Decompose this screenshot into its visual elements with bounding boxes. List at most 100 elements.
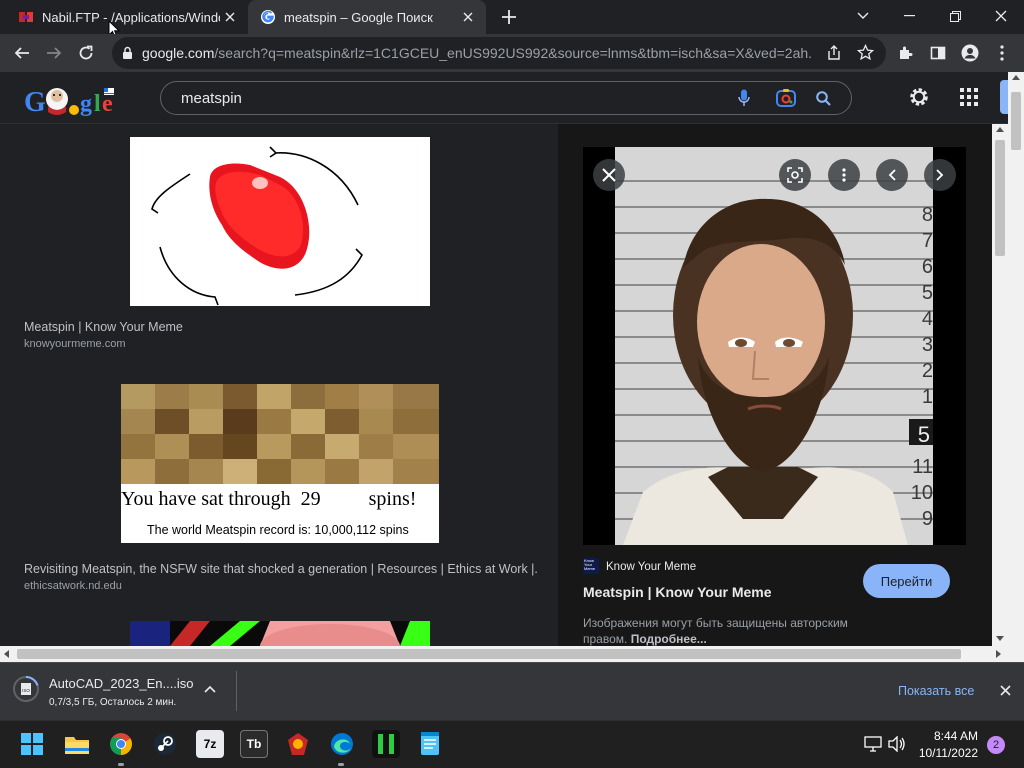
results-scrollbar[interactable] xyxy=(992,124,1008,646)
close-download-bar-icon[interactable] xyxy=(1000,685,1011,696)
edge-icon[interactable] xyxy=(328,730,356,758)
height-mark: 6 xyxy=(922,256,933,278)
network-icon[interactable] xyxy=(864,736,882,752)
tab-ftp[interactable]: Nabil.FTP - /Applications/Windows xyxy=(8,0,248,34)
height-mark: 9 xyxy=(922,508,933,530)
download-bar: ISO AutoCAD_2023_En....iso 0,7/3,5 ГБ, О… xyxy=(0,662,1024,720)
share-icon[interactable] xyxy=(826,45,842,61)
height-mark: 2 xyxy=(922,360,933,382)
height-mark: 5 xyxy=(922,282,933,304)
clock-date[interactable]: 10/11/2022 xyxy=(910,746,978,760)
result-source[interactable]: ethicsatwork.nd.edu xyxy=(24,580,122,592)
source-name[interactable]: Know Your Meme xyxy=(606,561,696,573)
side-panel-icon[interactable] xyxy=(924,39,952,67)
scroll-up-icon[interactable] xyxy=(1012,75,1020,80)
close-window-button[interactable] xyxy=(978,0,1024,32)
chrome-icon[interactable] xyxy=(107,730,135,758)
divider xyxy=(236,671,237,711)
google-apps-icon[interactable] xyxy=(960,88,978,106)
scroll-up-icon[interactable] xyxy=(996,127,1004,132)
settings-gear-icon[interactable] xyxy=(908,86,930,108)
windows-taskbar: 7z Tb 8:44 AM 10/11/2022 2 xyxy=(0,720,1024,768)
windows-start-icon[interactable] xyxy=(18,730,46,758)
account-button-edge[interactable] xyxy=(1000,80,1008,114)
close-preview-button[interactable] xyxy=(593,159,625,191)
tab-strip: Nabil.FTP - /Applications/Windows meatsp… xyxy=(0,0,1024,39)
clock-time[interactable]: 8:44 AM xyxy=(918,729,978,743)
height-mark: 10 xyxy=(911,482,933,504)
record-text: The world Meatspin record is: 10,000,112… xyxy=(147,523,409,537)
image-preview-panel: 8 7 6 5 4 3 2 1 11 10 9 5 Know Your Meme… xyxy=(558,124,992,646)
visual-search-icon[interactable] xyxy=(779,159,811,191)
microphone-icon[interactable] xyxy=(738,89,750,107)
search-input[interactable]: meatspin xyxy=(181,90,738,107)
horizontal-scrollbar[interactable] xyxy=(0,646,1008,662)
tab-google-search[interactable]: meatspin – Google Поиск xyxy=(248,0,486,34)
scroll-right-icon[interactable] xyxy=(996,650,1001,658)
bookmark-star-icon[interactable] xyxy=(857,44,874,61)
image-results: Meatspin | Know Your Meme knowyourmeme.c… xyxy=(0,124,992,646)
scroll-left-icon[interactable] xyxy=(4,650,9,658)
restore-button[interactable] xyxy=(932,0,978,32)
browser-menu-icon[interactable] xyxy=(988,39,1016,67)
height-mark: 7 xyxy=(922,230,933,252)
height-mark: 4 xyxy=(922,308,933,330)
svg-text:g: g xyxy=(80,91,92,117)
game-app-icon[interactable] xyxy=(284,730,312,758)
download-item[interactable]: ISO xyxy=(12,675,40,703)
next-image-button[interactable] xyxy=(924,159,956,191)
show-all-downloads-link[interactable]: Показать все xyxy=(898,684,974,698)
forward-button[interactable] xyxy=(40,39,68,67)
text-editor-app-icon[interactable]: Tb xyxy=(240,730,268,758)
search-icon[interactable] xyxy=(816,90,831,106)
result-thumbnail[interactable] xyxy=(130,137,430,306)
close-tab-icon[interactable] xyxy=(220,7,240,27)
result-source[interactable]: knowyourmeme.com xyxy=(24,338,125,350)
google-lens-icon[interactable] xyxy=(776,89,796,107)
notepad-icon[interactable] xyxy=(416,730,444,758)
google-doodle-logo[interactable]: G g l e xyxy=(24,84,116,118)
learn-more-link[interactable]: Подробнее... xyxy=(631,632,707,646)
back-button[interactable] xyxy=(8,39,36,67)
lock-icon[interactable] xyxy=(122,46,133,60)
profile-avatar-icon[interactable] xyxy=(956,39,984,67)
scroll-down-icon[interactable] xyxy=(996,636,1004,641)
result-title[interactable]: Revisiting Meatspin, the NSFW site that … xyxy=(24,562,538,576)
file-explorer-icon[interactable] xyxy=(63,730,91,758)
scroll-thumb[interactable] xyxy=(17,649,961,659)
chevron-up-icon[interactable] xyxy=(204,685,216,693)
7zip-label: 7z xyxy=(203,737,217,751)
url-host: google.com xyxy=(142,45,215,61)
url-text: google.com/search?q=meatspin&rlz=1C1GCEU… xyxy=(142,45,812,61)
preview-image[interactable]: 8 7 6 5 4 3 2 1 11 10 9 5 xyxy=(583,147,966,545)
height-mark: 3 xyxy=(922,334,933,356)
svg-text:l: l xyxy=(94,91,101,117)
steam-icon[interactable] xyxy=(151,730,179,758)
address-bar[interactable]: google.com/search?q=meatspin&rlz=1C1GCEU… xyxy=(112,37,886,69)
minimize-button[interactable] xyxy=(886,0,932,32)
result-title[interactable]: Meatspin | Know Your Meme xyxy=(24,320,524,334)
preview-title[interactable]: Meatspin | Know Your Meme xyxy=(583,584,772,600)
tab-title: meatspin – Google Поиск xyxy=(284,9,433,25)
extensions-icon[interactable] xyxy=(892,39,920,67)
scroll-thumb[interactable] xyxy=(995,140,1005,256)
more-options-icon[interactable] xyxy=(828,159,860,191)
7zip-icon[interactable]: 7z xyxy=(196,730,224,758)
result-thumbnail[interactable]: You have sat through 29 spins! The world … xyxy=(121,384,439,543)
new-tab-button[interactable] xyxy=(498,7,520,27)
height-mark: 5 xyxy=(918,422,930,447)
previous-image-button[interactable] xyxy=(876,159,908,191)
spin-counter-text: You have sat through 29 spins! xyxy=(121,488,439,511)
result-thumbnail[interactable] xyxy=(130,621,430,646)
page-scrollbar[interactable] xyxy=(1008,72,1024,662)
scroll-thumb[interactable] xyxy=(1011,92,1021,150)
volume-icon[interactable] xyxy=(888,736,906,752)
search-box[interactable]: meatspin xyxy=(160,81,852,115)
download-filename[interactable]: AutoCAD_2023_En....iso xyxy=(49,676,194,691)
visit-button[interactable]: Перейти xyxy=(863,564,950,598)
close-tab-icon[interactable] xyxy=(458,7,478,27)
notification-badge[interactable]: 2 xyxy=(987,736,1005,754)
reload-button[interactable] xyxy=(72,39,100,67)
tab-search-button[interactable] xyxy=(840,0,886,32)
green-app-icon[interactable] xyxy=(372,730,400,758)
